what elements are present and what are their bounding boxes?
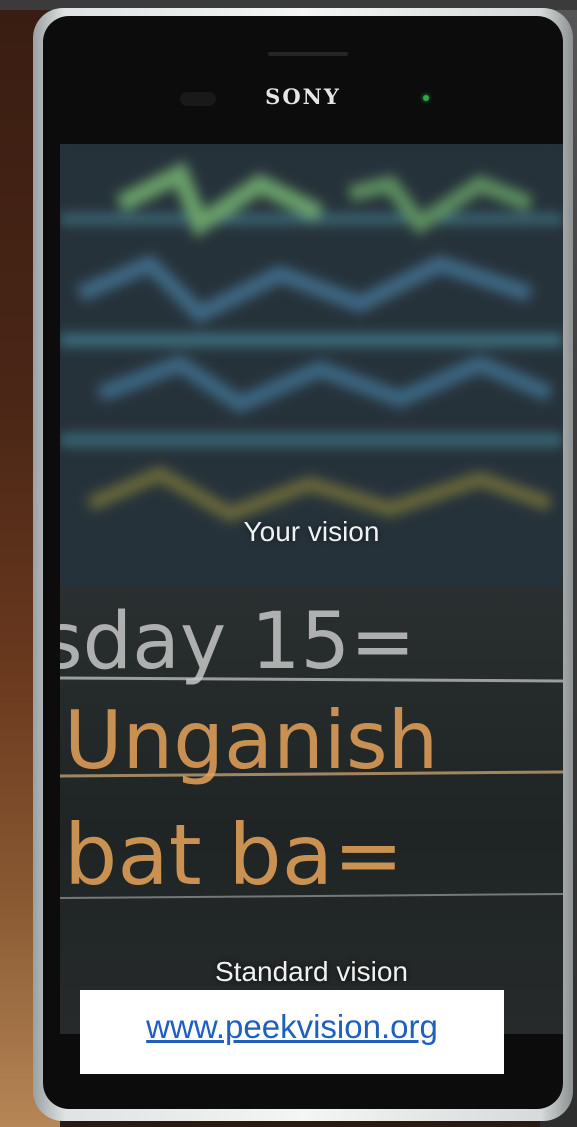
phone-frame: SONY Your vision sday 15= Unganish bat b… — [33, 8, 573, 1121]
peekvision-link[interactable]: www.peekvision.org — [80, 1008, 504, 1046]
brand-logo: SONY — [265, 84, 341, 109]
standard-vision-panel: sday 15= Unganish bat ba= bat ba= Standa… — [60, 586, 563, 1034]
caption-box: www.peekvision.org — [80, 990, 504, 1074]
your-vision-label: Your vision — [243, 516, 380, 547]
chalk-line-1: sday 15= — [60, 597, 416, 687]
phone-screen: Your vision sday 15= Unganish bat ba= ba… — [60, 144, 563, 1034]
chalk-line-2: Unganish — [64, 694, 438, 787]
standard-vision-label: Standard vision — [214, 956, 408, 987]
your-vision-panel: Your vision — [60, 144, 563, 586]
earpiece-speaker — [268, 52, 348, 56]
notification-led — [423, 95, 429, 101]
chalk-line-3: bat ba= — [64, 806, 404, 904]
phone-bezel: SONY Your vision sday 15= Unganish bat b… — [43, 16, 563, 1109]
